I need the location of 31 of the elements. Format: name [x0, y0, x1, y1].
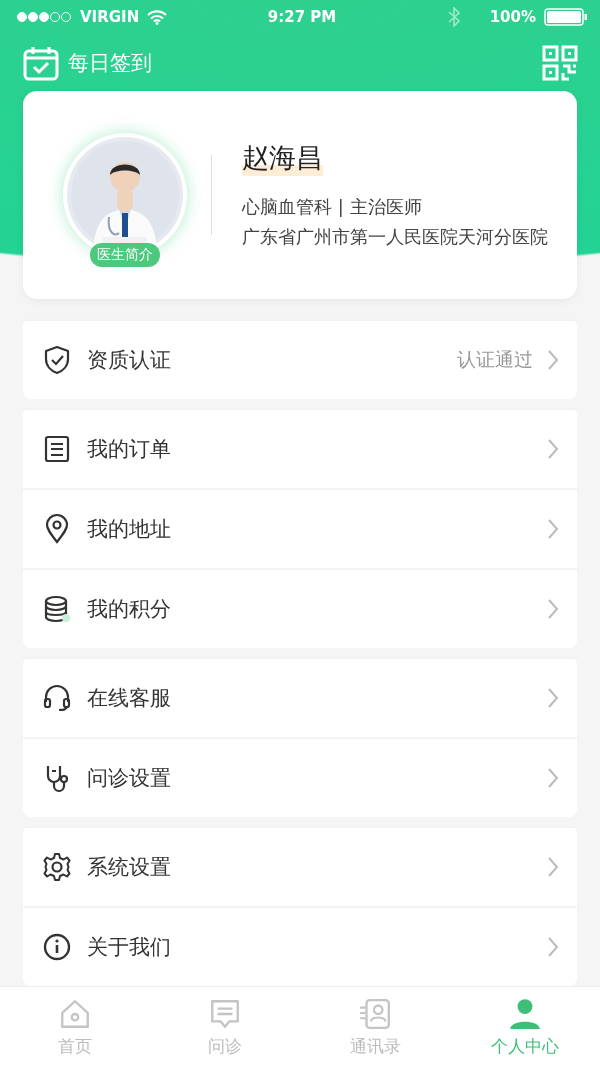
- menu-item-value: 认证通过: [457, 347, 533, 372]
- contact-card-icon: [358, 996, 392, 1031]
- info-icon: [41, 931, 73, 963]
- battery-percent: 100%: [489, 8, 536, 26]
- chevron-right-icon: [547, 687, 559, 709]
- carrier-name: VIRGIN: [80, 8, 140, 26]
- doctor-hospital: 广东省广州市第一人民医院天河分医院: [242, 225, 548, 249]
- battery-icon: [544, 8, 588, 26]
- menu-item[interactable]: 我的订单: [23, 408, 577, 488]
- person-icon: [508, 996, 542, 1031]
- menu-item[interactable]: 系统设置: [23, 826, 577, 906]
- chevron-right-icon: [547, 518, 559, 540]
- chevron-right-icon: [547, 349, 559, 371]
- qr-code-icon[interactable]: [542, 44, 578, 81]
- chevron-right-icon: [547, 438, 559, 460]
- menu-item[interactable]: 资质认证 认证通过: [23, 319, 577, 399]
- settings-icon: [41, 851, 73, 883]
- menu-item[interactable]: 问诊设置: [23, 737, 577, 817]
- menu-item[interactable]: 我的积分: [23, 568, 577, 648]
- menu-item[interactable]: 我的地址: [23, 488, 577, 568]
- headset-icon: [41, 682, 73, 714]
- bluetooth-icon: [447, 7, 460, 27]
- chevron-right-icon: [547, 936, 559, 958]
- menu-item[interactable]: 在线客服: [23, 657, 577, 737]
- wifi-icon: [147, 9, 168, 25]
- chevron-right-icon: [547, 856, 559, 878]
- status-time: 9:27 PM: [267, 8, 337, 26]
- doctor-department: 心脑血管科 | 主治医师: [242, 195, 423, 219]
- signal-icon: [16, 11, 72, 23]
- chevron-right-icon: [547, 598, 559, 620]
- chevron-right-icon: [547, 767, 559, 789]
